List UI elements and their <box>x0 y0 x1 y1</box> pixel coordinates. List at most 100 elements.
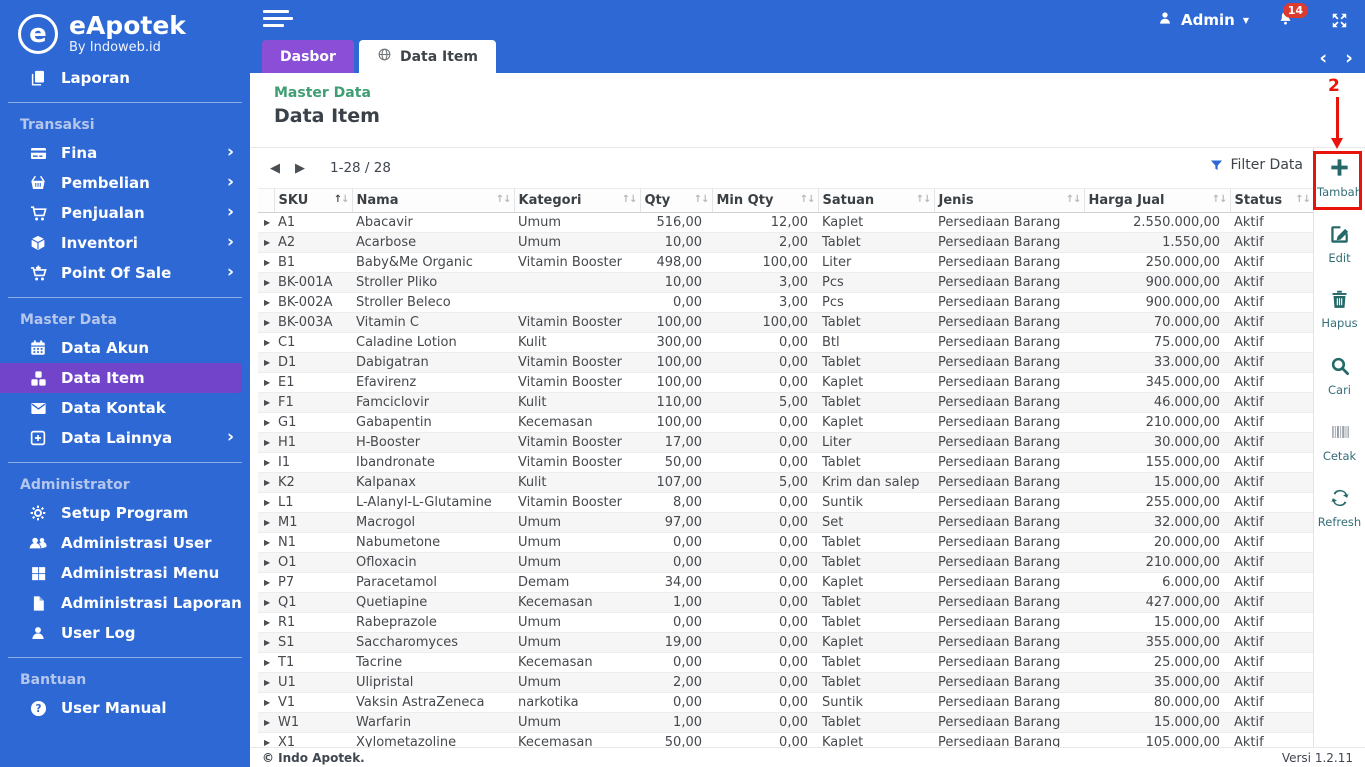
sidebar-item-pembelian[interactable]: Pembelian › <box>0 168 250 198</box>
table-row[interactable]: ▶ K2 Kalpanax Kulit 107,00 5,00 Krim dan salep… <box>258 472 1313 493</box>
row-expander-icon[interactable]: ▶ <box>258 393 274 413</box>
row-expander-icon[interactable]: ▶ <box>258 713 274 733</box>
sidebar-item-user-manual[interactable]: ? User Manual <box>0 693 250 723</box>
row-expander-icon[interactable]: ▶ <box>258 733 274 747</box>
next-page-button[interactable]: ▶ <box>295 161 305 176</box>
table-row[interactable]: ▶ M1 Macrogol Umum 97,00 0,00 Set Persediaan Ba… <box>258 512 1313 533</box>
table-row[interactable]: ▶ G1 Gabapentin Kecemasan 100,00 0,00 Kaplet Pe… <box>258 412 1313 433</box>
table-row[interactable]: ▶ BK-002A Stroller Beleco 0,00 3,00 Pcs Persed… <box>258 292 1313 313</box>
row-expander-icon[interactable]: ▶ <box>258 433 274 453</box>
sidebar-item-administrasi-user[interactable]: Administrasi User <box>0 528 250 558</box>
cell-nama: Acarbose <box>356 235 417 250</box>
row-expander-icon[interactable]: ▶ <box>258 513 274 533</box>
table-row[interactable]: ▶ R1 Rabeprazole Umum 0,00 0,00 Tablet Persedia… <box>258 612 1313 633</box>
prev-page-button[interactable]: ◀ <box>270 161 280 176</box>
row-expander-icon[interactable]: ▶ <box>258 373 274 393</box>
cari-button[interactable]: Cari <box>1314 355 1365 397</box>
sidebar-toggle-icon[interactable] <box>263 10 293 31</box>
table-row[interactable]: ▶ H1 H-Booster Vitamin Booster 17,00 0,00 Lite… <box>258 432 1313 453</box>
hapus-button[interactable]: Hapus <box>1314 289 1365 330</box>
sidebar-item-administrasi-laporan[interactable]: Administrasi Laporan <box>0 588 250 618</box>
user-menu[interactable]: Admin ▼ <box>1157 10 1249 30</box>
table-row[interactable]: ▶ E1 Efavirenz Vitamin Booster 100,00 0,00 Kap… <box>258 372 1313 393</box>
row-expander-icon[interactable]: ▶ <box>258 233 274 253</box>
table-row[interactable]: ▶ N1 Nabumetone Umum 0,00 0,00 Tablet Persediaa… <box>258 532 1313 553</box>
column-header-qty[interactable]: Qty ↑↓ <box>640 188 713 213</box>
column-header-harga_jual[interactable]: Harga Jual ↑↓ <box>1084 188 1231 213</box>
column-header-nama[interactable]: Nama ↑↓ <box>352 188 515 213</box>
sidebar-item-inventori[interactable]: Inventori › <box>0 228 250 258</box>
row-expander-icon[interactable]: ▶ <box>258 533 274 553</box>
cetak-button[interactable]: Cetak <box>1314 421 1365 463</box>
sidebar-item-data-kontak[interactable]: Data Kontak <box>0 393 250 423</box>
row-expander-icon[interactable]: ▶ <box>258 453 274 473</box>
tambah-button[interactable]: Tambah <box>1314 156 1365 199</box>
table-row[interactable]: ▶ D1 Dabigatran Vitamin Booster 100,00 0,00 Ta… <box>258 352 1313 373</box>
row-expander-icon[interactable]: ▶ <box>258 353 274 373</box>
column-header-satuan[interactable]: Satuan ↑↓ <box>818 188 935 213</box>
sidebar-item-laporan[interactable]: Laporan <box>0 63 250 93</box>
table-row[interactable]: ▶ C1 Caladine Lotion Kulit 300,00 0,00 Btl Pers… <box>258 332 1313 353</box>
filter-data-button[interactable]: Filter Data <box>1209 157 1303 173</box>
table-row[interactable]: ▶ O1 Ofloxacin Umum 0,00 0,00 Tablet Persediaan… <box>258 552 1313 573</box>
row-expander-icon[interactable]: ▶ <box>258 213 274 233</box>
table-row[interactable]: ▶ A2 Acarbose Umum 10,00 2,00 Tablet Persediaan… <box>258 232 1313 253</box>
tab-scroll-right[interactable]: › <box>1345 47 1353 69</box>
table-row[interactable]: ▶ P7 Paracetamol Demam 34,00 0,00 Kaplet Persed… <box>258 572 1313 593</box>
table-row[interactable]: ▶ A1 Abacavir Umum 516,00 12,00 Kaplet Persedia… <box>258 212 1313 233</box>
table-row[interactable]: ▶ BK-001A Stroller Pliko 10,00 3,00 Pcs Persed… <box>258 272 1313 293</box>
row-expander-icon[interactable]: ▶ <box>258 273 274 293</box>
row-expander-icon[interactable]: ▶ <box>258 473 274 493</box>
table-row[interactable]: ▶ Q1 Quetiapine Kecemasan 1,00 0,00 Tablet Pers… <box>258 592 1313 613</box>
row-expander-icon[interactable]: ▶ <box>258 293 274 313</box>
table-row[interactable]: ▶ T1 Tacrine Kecemasan 0,00 0,00 Tablet Persedi… <box>258 652 1313 673</box>
cell-nama: Quetiapine <box>356 595 428 610</box>
row-expander-icon[interactable]: ▶ <box>258 693 274 713</box>
row-expander-icon[interactable]: ▶ <box>258 673 274 693</box>
column-header-min_qty[interactable]: Min Qty ↑↓ <box>712 188 819 213</box>
sidebar-item-user-log[interactable]: User Log <box>0 618 250 648</box>
table-row[interactable]: ▶ X1 Xylometazoline Kecemasan 50,00 0,00 Kaple… <box>258 732 1313 747</box>
row-expander-icon[interactable]: ▶ <box>258 253 274 273</box>
sidebar-item-setup-program[interactable]: Setup Program <box>0 498 250 528</box>
table-row[interactable]: ▶ B1 Baby&Me Organic Vitamin Booster 498,00 1… <box>258 252 1313 273</box>
column-header-kategori[interactable]: Kategori ↑↓ <box>514 188 641 213</box>
column-header-jenis[interactable]: Jenis ↑↓ <box>934 188 1085 213</box>
table-row[interactable]: ▶ U1 Ulipristal Umum 2,00 0,00 Tablet Persediaa… <box>258 672 1313 693</box>
sidebar-item-data-akun[interactable]: Data Akun <box>0 333 250 363</box>
sidebar-item-data-lainnya[interactable]: Data Lainnya › <box>0 423 250 453</box>
cell-satuan: Suntik <box>822 695 863 710</box>
row-expander-icon[interactable]: ▶ <box>258 633 274 653</box>
sidebar-item-point-of-sale[interactable]: Point Of Sale › <box>0 258 250 288</box>
table-row[interactable]: ▶ I1 Ibandronate Vitamin Booster 50,00 0,00 Ta… <box>258 452 1313 473</box>
sidebar-item-fina[interactable]: Fina › <box>0 138 250 168</box>
table-row[interactable]: ▶ S1 Saccharomyces Umum 19,00 0,00 Kaplet Perse… <box>258 632 1313 653</box>
row-expander-icon[interactable]: ▶ <box>258 493 274 513</box>
tab-scroll-left[interactable]: ‹ <box>1319 47 1327 69</box>
tab-data-item[interactable]: Data Item <box>358 40 497 73</box>
row-expander-icon[interactable]: ▶ <box>258 593 274 613</box>
row-expander-icon[interactable]: ▶ <box>258 613 274 633</box>
sidebar-item-administrasi-menu[interactable]: Administrasi Menu <box>0 558 250 588</box>
table-row[interactable]: ▶ W1 Warfarin Umum 1,00 0,00 Tablet Persediaan … <box>258 712 1313 733</box>
table-row[interactable]: ▶ V1 Vaksin AstraZeneca narkotika 0,00 0,00 Su… <box>258 692 1313 713</box>
row-expander-icon[interactable]: ▶ <box>258 653 274 673</box>
notifications-button[interactable]: 14 <box>1277 2 1308 31</box>
tab-dasbor[interactable]: Dasbor <box>262 40 354 73</box>
table-row[interactable]: ▶ F1 Famciclovir Kulit 110,00 5,00 Tablet Perse… <box>258 392 1313 413</box>
column-header-status[interactable]: Status ↑↓ <box>1230 188 1313 213</box>
fullscreen-button[interactable] <box>1330 11 1349 30</box>
sidebar-item-penjualan[interactable]: Penjualan › <box>0 198 250 228</box>
row-expander-icon[interactable]: ▶ <box>258 313 274 333</box>
table-row[interactable]: ▶ L1 L-Alanyl-L-Glutamine Vitamin Booster 8,… <box>258 492 1313 513</box>
row-expander-icon[interactable]: ▶ <box>258 413 274 433</box>
refresh-button[interactable]: Refresh <box>1314 487 1365 529</box>
sidebar-item-data-item[interactable]: Data Item <box>0 363 242 394</box>
table-row[interactable]: ▶ BK-003A Vitamin C Vitamin Booster 100,00 10… <box>258 312 1313 333</box>
cell-qty: 100,00 <box>656 355 703 370</box>
column-header-sku[interactable]: SKU ↑↓ <box>274 188 353 213</box>
row-expander-icon[interactable]: ▶ <box>258 333 274 353</box>
row-expander-icon[interactable]: ▶ <box>258 553 274 573</box>
edit-button[interactable]: Edit <box>1314 223 1365 265</box>
row-expander-icon[interactable]: ▶ <box>258 573 274 593</box>
